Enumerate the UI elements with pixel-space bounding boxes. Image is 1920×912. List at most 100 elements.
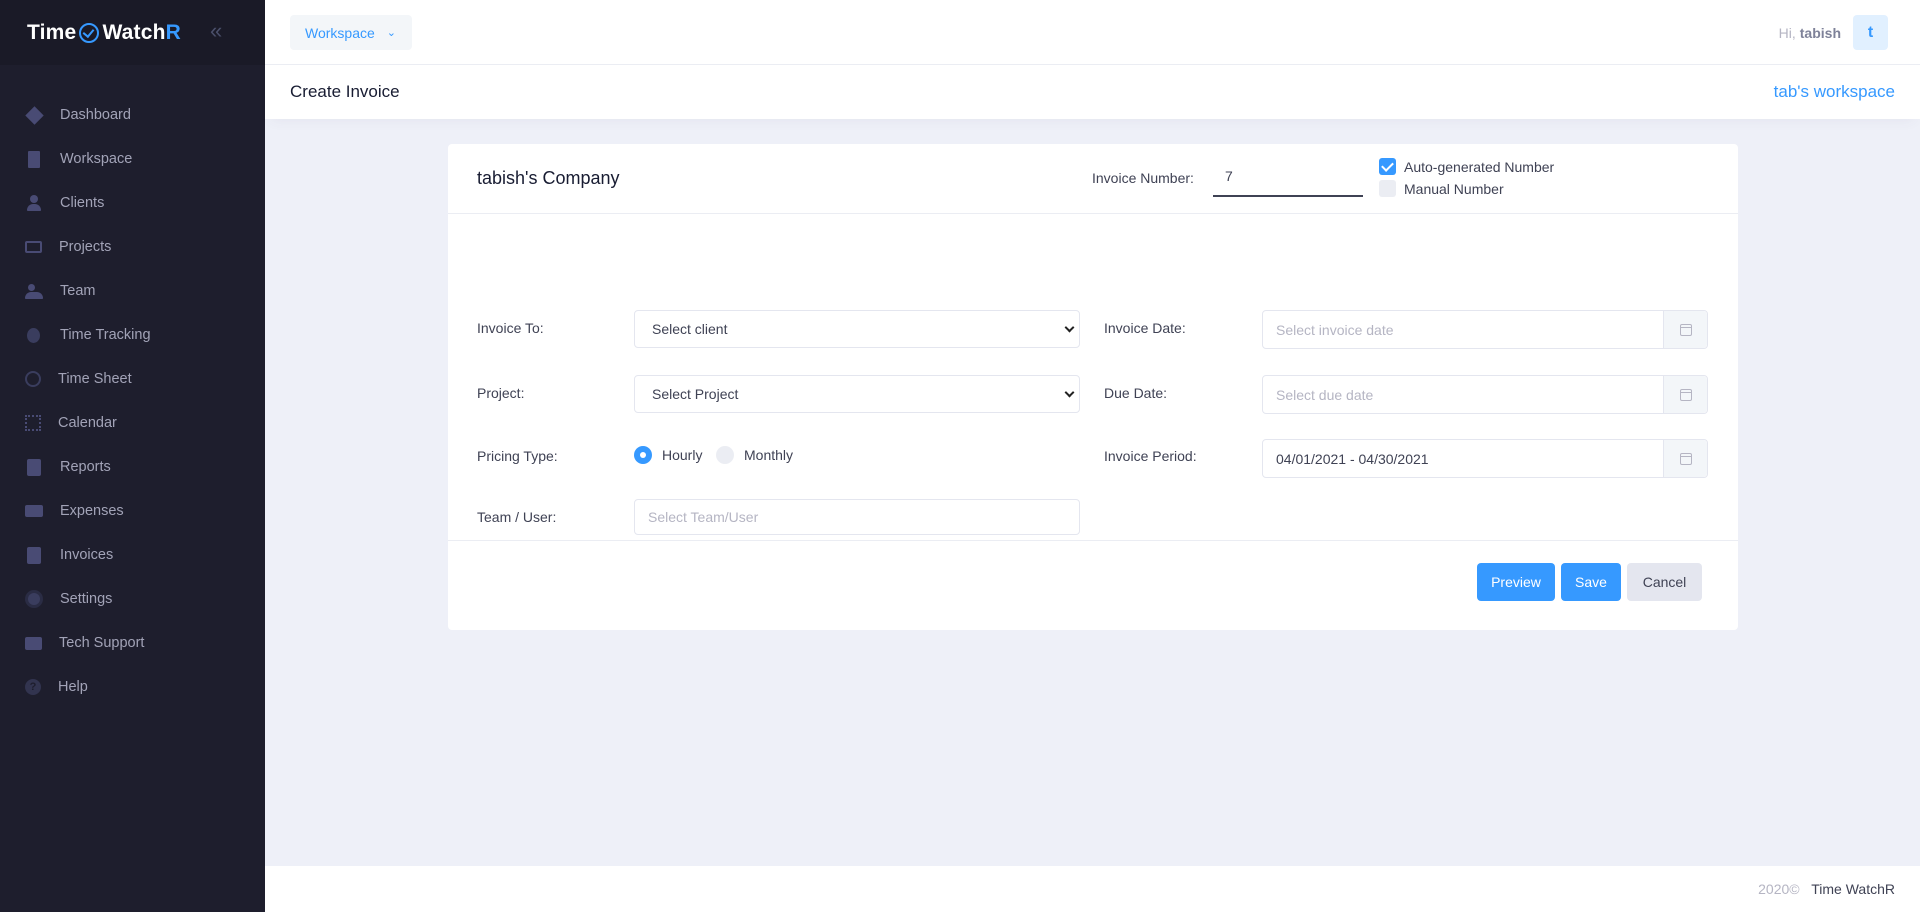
sidebar-item-calendar[interactable]: Calendar [0,401,265,445]
sidebar-item-help[interactable]: ? Help [0,665,265,709]
avatar[interactable]: t [1853,15,1888,50]
invoice-form-card: tabish's Company Invoice Number: Auto-ge… [448,144,1738,630]
invoice-icon [27,546,41,564]
due-date-placeholder: Select due date [1276,386,1374,403]
sidebar-item-invoices[interactable]: Invoices [0,533,265,577]
pricing-monthly-option[interactable]: Monthly [716,446,793,464]
manual-number-checkbox[interactable] [1379,180,1396,197]
sidebar-item-time-sheet[interactable]: Time Sheet [0,357,265,401]
sidebar-item-label: Projects [59,239,112,255]
invoice-to-select[interactable]: Select client [634,310,1080,348]
project-select[interactable]: Select Project [634,375,1080,413]
workspace-dropdown-label: Workspace [305,24,375,41]
monthly-label: Monthly [744,447,794,463]
due-date-label: Due Date: [1104,385,1168,401]
invoice-number-label: Invoice Number: [1092,170,1194,186]
workspace-dropdown[interactable]: Workspace ⌄ [290,15,412,50]
footer-text: 2020© Time WatchR [1758,881,1895,897]
footer-brand-link[interactable]: Time WatchR [1811,881,1895,897]
sidebar: Time Watch R « Dashboard Workspace Client… [0,0,265,912]
top-header: Workspace ⌄ Hi, tabish t [265,0,1920,65]
hourly-radio[interactable] [634,446,652,464]
pricing-type-label: Pricing Type: [477,448,558,464]
brand-text-r: R [165,20,182,44]
sidebar-item-label: Tech Support [59,635,145,651]
monthly-radio[interactable] [716,446,734,464]
footer-year: 2020© [1758,881,1800,897]
project-value: Select Project [652,386,739,402]
invoice-date-calendar-button[interactable] [1663,311,1707,348]
group-icon [25,282,43,300]
sidebar-item-tech-support[interactable]: Tech Support [0,621,265,665]
sidebar-item-clients[interactable]: Clients [0,181,265,225]
brand-text-watch: Watch [102,20,166,44]
invoice-card-header: tabish's Company Invoice Number: Auto-ge… [448,144,1738,214]
sidebar-item-projects[interactable]: Projects [0,225,265,269]
user-menu[interactable]: Hi, tabish t [1779,15,1888,50]
chevron-down-icon: ⌄ [386,27,396,39]
preview-button[interactable]: Preview [1477,563,1555,601]
sidebar-item-workspace[interactable]: Workspace [0,137,265,181]
invoice-date-placeholder: Select invoice date [1276,321,1394,338]
support-icon [25,636,42,650]
sidebar-item-label: Expenses [60,503,124,519]
building-icon [28,150,40,168]
manual-number-option[interactable]: Manual Number [1379,180,1504,197]
invoice-date-picker[interactable]: Select invoice date [1262,310,1708,349]
auto-generated-label: Auto-generated Number [1404,158,1555,175]
sidebar-item-label: Calendar [58,415,117,431]
sidebar-item-time-tracking[interactable]: Time Tracking [0,313,265,357]
invoice-period-picker[interactable]: 04/01/2021 - 04/30/2021 [1262,439,1708,478]
calendar-icon [25,415,41,431]
help-icon: ? [25,679,41,695]
sidebar-item-label: Help [58,679,88,695]
team-user-input[interactable] [634,499,1080,535]
calendar-icon [1679,452,1692,465]
brand-logo[interactable]: Time Watch R [27,21,181,45]
invoice-to-label: Invoice To: [477,320,544,336]
clock-icon [25,371,41,387]
due-date-picker[interactable]: Select due date [1262,375,1708,414]
money-icon [25,505,43,517]
sidebar-item-team[interactable]: Team [0,269,265,313]
stopwatch-icon [27,327,40,343]
dashboard-icon [25,105,44,125]
sidebar-item-reports[interactable]: Reports [0,445,265,489]
hourly-label: Hourly [662,447,703,463]
invoice-to-value: Select client [652,321,728,337]
manual-number-label: Manual Number [1404,180,1504,197]
calendar-icon [1679,323,1692,336]
page-title: Create Invoice [290,82,400,101]
brand-text-time: Time [27,20,77,44]
chevron-down-icon [1064,322,1075,333]
save-button[interactable]: Save [1561,563,1621,601]
greeting-text: Hi, [1778,24,1796,41]
sidebar-item-expenses[interactable]: Expenses [0,489,265,533]
page-footer: 2020© Time WatchR [265,866,1920,912]
workspace-link[interactable]: tab's workspace [1774,82,1895,102]
subheader: Create Invoice tab's workspace [265,65,1920,119]
invoice-period-label: Invoice Period: [1104,448,1197,464]
project-label: Project: [477,385,525,401]
cancel-button[interactable]: Cancel [1627,563,1702,601]
company-name: tabish's Company [477,168,620,188]
sidebar-item-settings[interactable]: Settings [0,577,265,621]
clock-check-icon [79,22,100,43]
invoice-card-body: Invoice To: Select client Project: Selec… [448,214,1738,541]
due-date-calendar-button[interactable] [1663,376,1707,413]
sidebar-item-label: Time Tracking [60,327,151,343]
sidebar-item-label: Team [60,283,96,299]
sidebar-item-dashboard[interactable]: Dashboard [0,93,265,137]
chevron-down-icon [1064,387,1075,398]
pricing-hourly-option[interactable]: Hourly [634,446,702,464]
auto-generated-checkbox[interactable] [1379,158,1396,175]
invoice-date-label: Invoice Date: [1104,320,1186,336]
sidebar-item-label: Workspace [60,151,133,167]
invoice-period-calendar-button[interactable] [1663,440,1707,477]
invoice-number-input[interactable] [1213,156,1363,197]
document-icon [27,458,41,476]
auto-generated-number-option[interactable]: Auto-generated Number [1379,158,1554,175]
username: tabish [1799,24,1841,41]
collapse-sidebar-icon[interactable]: « [210,20,232,42]
monitor-icon [25,241,42,253]
